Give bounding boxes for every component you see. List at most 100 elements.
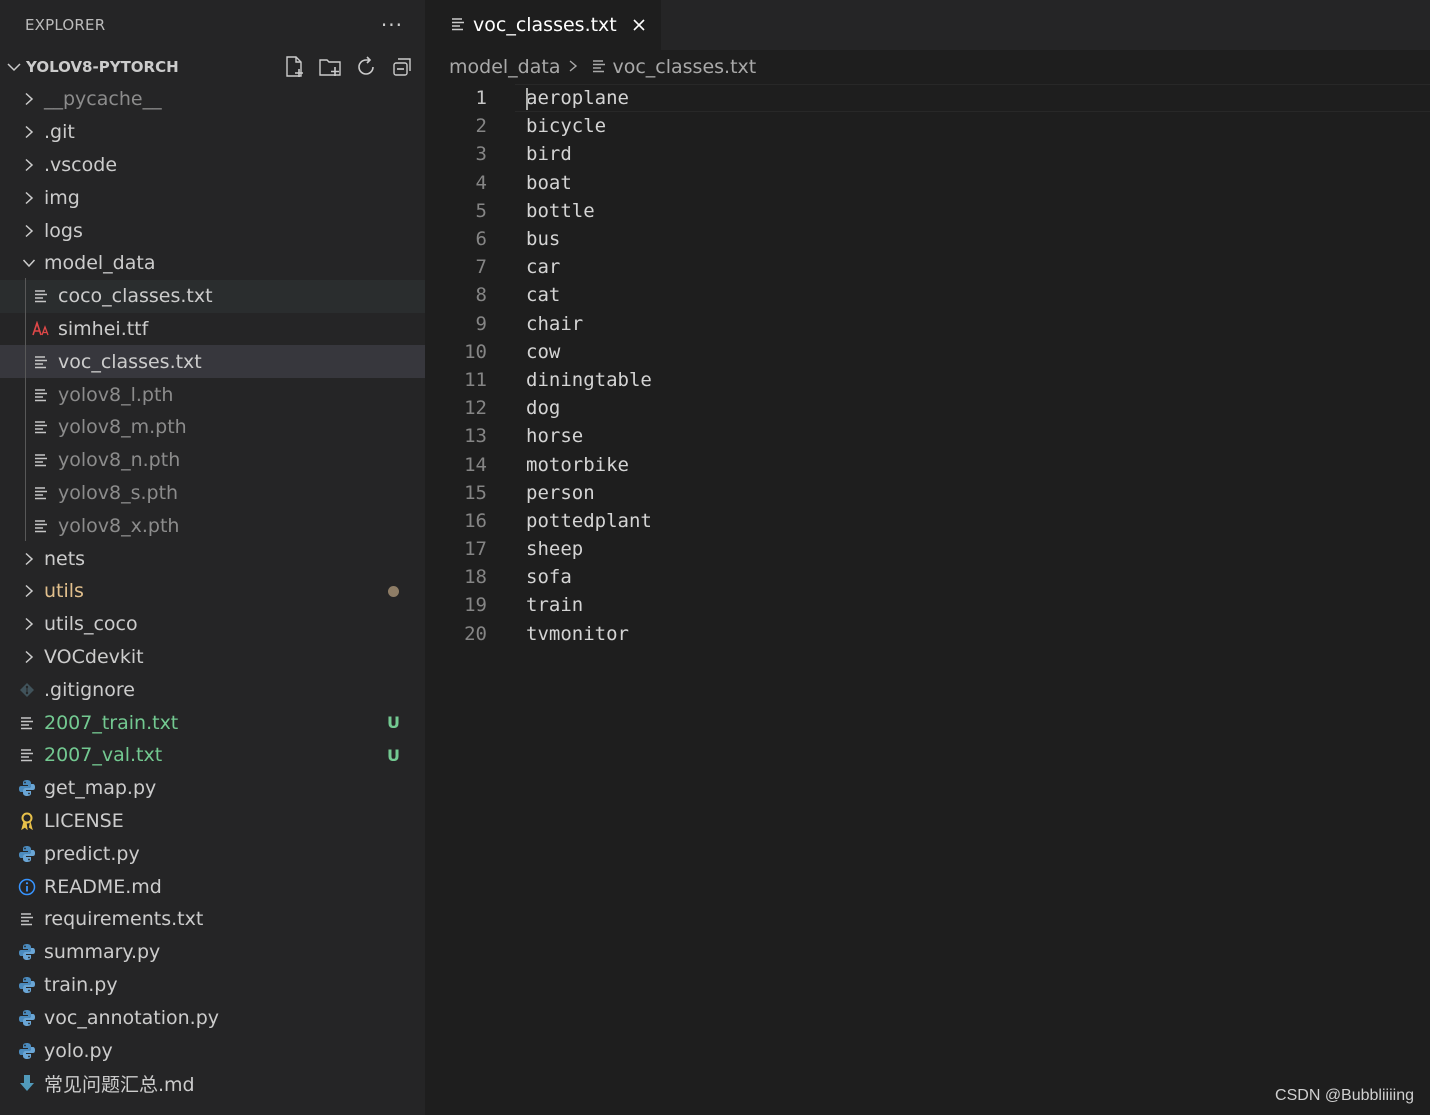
line-text: sheep [526, 538, 584, 561]
line-number: 18 [464, 566, 487, 589]
tree-file[interactable]: voc_annotation.py [0, 1001, 425, 1034]
tree-file[interactable]: yolov8_m.pth [0, 411, 425, 444]
line-number: 1 [475, 87, 487, 110]
code-area[interactable]: 1 aeroplane 2 bicycle 3 bird 4 boat 5 bottle 6 bus 7… [425, 84, 1430, 648]
new-folder-icon[interactable] [317, 54, 343, 80]
tree-file[interactable]: coco_classes.txt [0, 279, 425, 313]
tree-file[interactable]: yolov8_x.pth [0, 509, 425, 542]
code-line[interactable]: 20 tvmonitor [425, 620, 1430, 648]
tree-item-label: utils [44, 580, 84, 603]
refresh-icon[interactable] [353, 54, 379, 80]
tree-file[interactable]: README.md [0, 870, 425, 903]
tree-folder[interactable]: __pycache__ [0, 83, 425, 116]
breadcrumb: model_data voc_classes.txt [425, 50, 1430, 84]
tab-bar: voc_classes.txt [425, 0, 1430, 50]
line-text: sofa [526, 566, 572, 589]
code-line[interactable]: 8 cat [425, 281, 1430, 309]
tree-file[interactable]: get_map.py [0, 772, 425, 805]
code-line[interactable]: 4 boat [425, 169, 1430, 197]
text-file-icon [18, 746, 36, 764]
breadcrumb-folder[interactable]: model_data [449, 56, 560, 78]
tree-file[interactable]: LICENSE [0, 805, 425, 838]
project-header[interactable]: YOLOV8-PYTORCH [0, 50, 425, 83]
code-line[interactable]: 2 bicycle [425, 112, 1430, 140]
code-line[interactable]: 18 sofa [425, 563, 1430, 591]
code-line[interactable]: 16 pottedplant [425, 507, 1430, 535]
code-line[interactable]: 19 train [425, 591, 1430, 619]
tree-item-label: .vscode [44, 153, 118, 176]
code-line[interactable]: 1 aeroplane [425, 84, 1430, 113]
line-number: 2 [475, 115, 487, 138]
code-line[interactable]: 12 dog [425, 394, 1430, 422]
code-line[interactable]: 9 chair [425, 310, 1430, 338]
tree-file[interactable]: 2007_train.txt U [0, 706, 425, 739]
line-number: 10 [464, 340, 487, 363]
tree-folder[interactable]: .vscode [0, 149, 425, 182]
tree-item-label: model_data [44, 252, 156, 275]
tree-item-label: coco_classes.txt [58, 285, 213, 308]
tree-file[interactable]: 常见问题汇总.md [0, 1067, 425, 1100]
code-line[interactable]: 3 bird [425, 140, 1430, 168]
tree-file[interactable]: summary.py [0, 936, 425, 969]
license-icon [18, 812, 36, 830]
code-line[interactable]: 10 cow [425, 338, 1430, 366]
tree-file[interactable]: 2007_val.txt U [0, 739, 425, 772]
tree-file[interactable]: simhei.ttf [0, 313, 425, 346]
line-number: 17 [464, 538, 487, 561]
tree-file[interactable]: yolov8_l.pth [0, 378, 425, 411]
more-actions-icon[interactable]: ··· [381, 13, 403, 37]
line-number: 9 [475, 312, 487, 335]
line-number: 7 [475, 256, 487, 279]
code-line[interactable]: 5 bottle [425, 197, 1430, 225]
tree-folder[interactable]: nets [0, 542, 425, 575]
tree-file[interactable]: yolo.py [0, 1034, 425, 1067]
tree-file[interactable]: train.py [0, 969, 425, 1002]
text-file-icon [32, 418, 50, 436]
chevron-right-icon [20, 123, 38, 141]
tree-folder[interactable]: logs [0, 214, 425, 247]
tree-file[interactable]: yolov8_n.pth [0, 444, 425, 477]
close-icon[interactable] [631, 17, 647, 33]
code-line[interactable]: 14 motorbike [425, 450, 1430, 478]
modified-dot [388, 585, 399, 597]
code-line[interactable]: 13 horse [425, 422, 1430, 450]
git-status-badge: U [387, 713, 400, 733]
tree-folder[interactable]: VOCdevkit [0, 641, 425, 674]
tree-item-label: voc_annotation.py [44, 1006, 219, 1029]
tree-folder[interactable]: img [0, 181, 425, 214]
line-text: boat [526, 171, 572, 194]
tree-item-label: .git [44, 121, 75, 144]
line-text: chair [526, 312, 584, 335]
code-line[interactable]: 17 sheep [425, 535, 1430, 563]
collapse-all-icon[interactable] [389, 54, 415, 80]
line-text: train [526, 594, 584, 617]
breadcrumb-file[interactable]: voc_classes.txt [612, 56, 756, 78]
tree-file[interactable]: yolov8_s.pth [0, 477, 425, 510]
code-line[interactable]: 11 diningtable [425, 366, 1430, 394]
tree-folder[interactable]: .git [0, 116, 425, 149]
tab-voc-classes[interactable]: voc_classes.txt [425, 0, 661, 50]
code-line[interactable]: 15 person [425, 479, 1430, 507]
text-file-icon [32, 386, 50, 404]
tree-folder[interactable]: utils_coco [0, 608, 425, 641]
tree-item-label: README.md [44, 875, 162, 898]
code-line[interactable]: 7 car [425, 253, 1430, 281]
tree-item-label: __pycache__ [44, 88, 162, 111]
tree-file[interactable]: voc_classes.txt [0, 345, 425, 379]
chevron-right-icon [20, 222, 38, 240]
tree-folder[interactable]: model_data [0, 247, 425, 280]
tree-item-label: nets [44, 547, 86, 570]
tree-file[interactable]: predict.py [0, 837, 425, 870]
text-file-icon [32, 517, 50, 535]
tree-file[interactable]: requirements.txt [0, 903, 425, 936]
tree-folder[interactable]: utils [0, 575, 425, 608]
line-number: 3 [475, 143, 487, 166]
tree-file[interactable]: .gitignore [0, 673, 425, 706]
code-line[interactable]: 6 bus [425, 225, 1430, 253]
line-text: horse [526, 425, 584, 448]
markdown-download-icon [18, 1074, 36, 1092]
text-file-icon [18, 910, 36, 928]
new-file-icon[interactable] [281, 54, 307, 80]
tree-item-label: requirements.txt [44, 908, 204, 931]
line-text: diningtable [526, 368, 652, 391]
